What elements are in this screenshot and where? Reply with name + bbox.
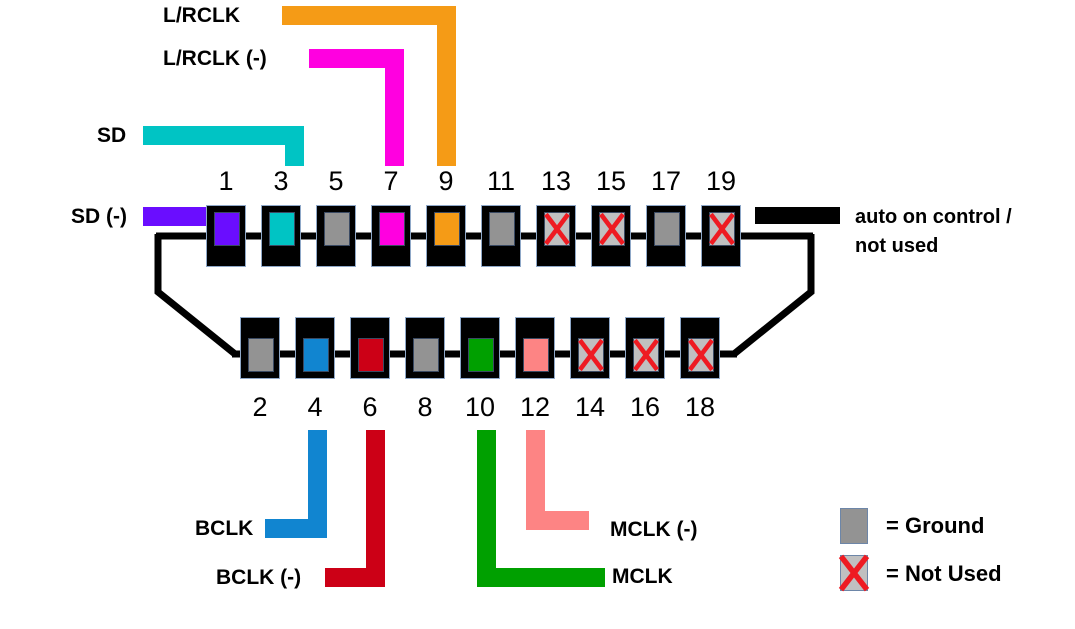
pin-5[interactable] <box>316 205 356 267</box>
label-bclk: BCLK <box>195 517 254 540</box>
pin-number-6: 6 <box>362 392 378 422</box>
not-used-x-icon <box>578 338 604 372</box>
pin-number-5: 5 <box>328 166 344 196</box>
wire-sd-vertical <box>285 126 304 166</box>
pin-17[interactable] <box>646 205 686 267</box>
label-lrclk: L/RCLK <box>163 4 240 27</box>
pin-number-2: 2 <box>252 392 268 422</box>
pin-10-swatch <box>468 338 494 372</box>
pin-3[interactable] <box>261 205 301 267</box>
pin-number-17: 17 <box>650 166 682 196</box>
pin-number-16: 16 <box>629 392 661 422</box>
wire-bclk-vertical <box>308 430 327 530</box>
pin-2-swatch <box>248 338 274 372</box>
wire-bclk-horizontal <box>265 519 327 538</box>
wire-lrclk-horizontal <box>282 6 456 25</box>
pin-number-7: 7 <box>383 166 399 196</box>
pin-number-1: 1 <box>218 166 234 196</box>
legend-ground-label: = Ground <box>886 513 985 538</box>
pin-4-swatch <box>303 338 329 372</box>
pin-5-swatch <box>324 212 350 246</box>
pin-8[interactable] <box>405 317 445 379</box>
pin-number-11: 11 <box>486 166 516 196</box>
label-sd-minus: SD (-) <box>71 205 127 228</box>
wire-lrclk-vertical <box>437 6 456 166</box>
pin-8-swatch <box>413 338 439 372</box>
pin-number-10: 10 <box>464 392 496 422</box>
pin-number-8: 8 <box>417 392 433 422</box>
pin-14[interactable] <box>570 317 610 379</box>
label-bclk-minus: BCLK (-) <box>216 566 302 589</box>
pin-12[interactable] <box>515 317 555 379</box>
legend-not-used-label: = Not Used <box>886 561 1002 586</box>
pinout-diagram: 1 3 5 7 9 11 13 15 17 19 2 4 6 8 10 12 1… <box>0 0 1075 629</box>
wire-mclk-horizontal <box>477 568 605 587</box>
label-lrclk-minus: L/RCLK (-) <box>163 47 267 70</box>
label-auto-on-control-line1: auto on control / <box>855 206 1012 228</box>
pin-number-4: 4 <box>307 392 323 422</box>
wire-mclk-vertical <box>477 430 496 582</box>
label-mclk-minus: MCLK (-) <box>610 518 698 541</box>
pin-17-swatch <box>654 212 680 246</box>
not-used-x-icon <box>599 212 625 246</box>
not-used-x-icon <box>688 338 714 372</box>
wire-auto-on-control <box>755 207 840 224</box>
label-auto-on-control: auto on control / not used <box>855 203 1012 261</box>
label-sd: SD <box>97 124 127 147</box>
pin-3-swatch <box>269 212 295 246</box>
not-used-x-icon <box>709 212 735 246</box>
pin-1-swatch <box>214 212 240 246</box>
not-used-x-icon <box>544 212 570 246</box>
pin-19[interactable] <box>701 205 741 267</box>
legend-not-used-swatch <box>838 554 870 592</box>
pin-7-swatch <box>379 212 405 246</box>
not-used-x-icon <box>838 554 870 592</box>
wire-bclk-minus-horizontal <box>325 568 385 587</box>
wire-bclk-minus-vertical <box>366 430 385 582</box>
not-used-x-icon <box>633 338 659 372</box>
pin-2[interactable] <box>240 317 280 379</box>
pin-16[interactable] <box>625 317 665 379</box>
pin-15-swatch <box>599 212 625 246</box>
pin-6[interactable] <box>350 317 390 379</box>
wire-lrclk-minus-vertical <box>385 49 404 166</box>
legend-ground-swatch <box>840 508 868 544</box>
pin-10[interactable] <box>460 317 500 379</box>
pin-6-swatch <box>358 338 384 372</box>
pin-18-swatch <box>688 338 714 372</box>
pin-9-swatch <box>434 212 460 246</box>
pin-18[interactable] <box>680 317 720 379</box>
pin-number-14: 14 <box>574 392 606 422</box>
pin-number-13: 13 <box>540 166 572 196</box>
pin-13-swatch <box>544 212 570 246</box>
pin-15[interactable] <box>591 205 631 267</box>
pin-14-swatch <box>578 338 604 372</box>
pin-13[interactable] <box>536 205 576 267</box>
pin-number-9: 9 <box>438 166 454 196</box>
pin-number-12: 12 <box>519 392 551 422</box>
pin-4[interactable] <box>295 317 335 379</box>
label-mclk: MCLK <box>612 565 673 588</box>
pin-19-swatch <box>709 212 735 246</box>
pin-9[interactable] <box>426 205 466 267</box>
pin-12-swatch <box>523 338 549 372</box>
label-auto-on-control-line2: not used <box>855 235 939 257</box>
pin-16-swatch <box>633 338 659 372</box>
pin-number-3: 3 <box>273 166 289 196</box>
wire-mclk-minus-horizontal <box>526 511 589 530</box>
pin-7[interactable] <box>371 205 411 267</box>
pin-number-18: 18 <box>684 392 716 422</box>
pin-11-swatch <box>489 212 515 246</box>
pin-number-19: 19 <box>705 166 737 196</box>
pin-1[interactable] <box>206 205 246 267</box>
pin-number-15: 15 <box>595 166 627 196</box>
pin-11[interactable] <box>481 205 521 267</box>
wire-sd-horizontal <box>143 126 304 145</box>
